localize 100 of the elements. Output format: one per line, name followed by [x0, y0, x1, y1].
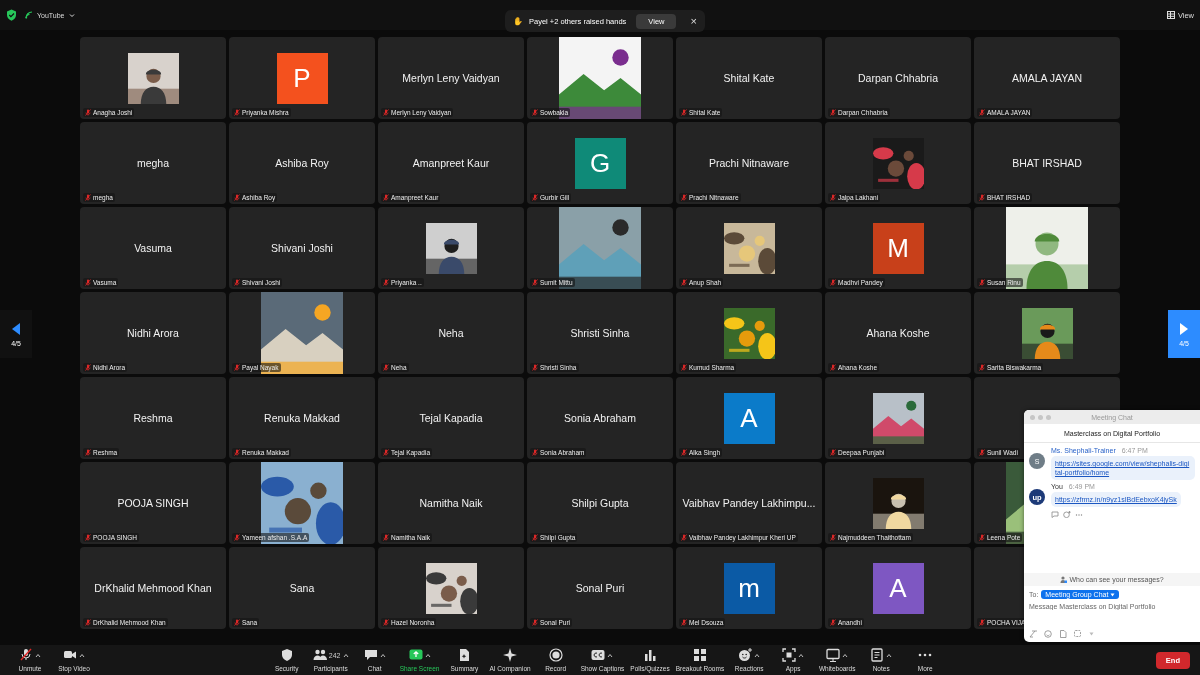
whiteboard-icon [826, 648, 841, 662]
muted-microphone-icon [532, 534, 538, 541]
participant-name: BHAT IRSHAD [1012, 157, 1082, 169]
format-icon[interactable] [1029, 630, 1037, 638]
muted-microphone-icon [830, 449, 836, 456]
muted-microphone-icon [979, 364, 985, 371]
muted-microphone-icon [532, 449, 538, 456]
participant-name: Namitha Naik [419, 497, 483, 509]
person-lock-icon [1060, 576, 1068, 583]
muted-microphone-icon [383, 279, 389, 286]
four-squares-icon [692, 648, 707, 662]
muted-microphone-icon [85, 109, 91, 116]
muted-microphone-icon [383, 619, 389, 626]
emoji-icon[interactable] [1044, 630, 1052, 638]
muted-microphone-icon [830, 194, 836, 201]
caret-icon[interactable] [607, 652, 614, 658]
caret-icon[interactable] [798, 652, 805, 658]
right-triangle-icon [1179, 321, 1189, 336]
muted-microphone-icon [234, 619, 240, 626]
participant-name: Reshma [133, 412, 173, 424]
participant-name: Shilpi Gupta [571, 497, 629, 509]
participant-name: Shital Kate [723, 72, 775, 84]
participant-name: Shivani Joshi [271, 242, 333, 254]
participant-name: Ashiba Roy [275, 157, 329, 169]
people-icon [312, 648, 327, 662]
muted-microphone-icon [979, 194, 985, 201]
more-icon[interactable] [1075, 511, 1083, 519]
muted-microphone-icon [979, 619, 985, 626]
sparkle-icon [503, 648, 517, 662]
muted-microphone-icon [979, 534, 985, 541]
caret-icon[interactable] [35, 652, 41, 658]
participant-name: megha [136, 157, 170, 169]
chevron-icon [68, 12, 75, 18]
letter-avatar: G [574, 137, 626, 189]
muted-microphone-icon [681, 194, 687, 201]
smiley-plus-icon [738, 648, 753, 662]
hand-emoji: ✋ [513, 16, 523, 26]
close-button[interactable]: × [690, 15, 697, 27]
participant-name: DrKhalid Mehmood Khan [94, 582, 212, 594]
muted-microphone-icon [85, 534, 91, 541]
participant-name: Vaibhav Pandey Lakhimpu... [682, 497, 816, 509]
muted-microphone-icon [532, 279, 538, 286]
record-icon [548, 648, 563, 662]
participant-name: Darpan Chhabria [858, 72, 938, 84]
caret-down-icon [1110, 593, 1116, 597]
participant-name: Sonia Abraham [564, 412, 636, 424]
muted-microphone-icon [85, 449, 91, 456]
smiley-plus-icon[interactable] [1063, 511, 1071, 519]
letter-avatar: A [872, 562, 924, 614]
participant-name: Vasuma [134, 242, 172, 254]
muted-microphone-icon [830, 109, 836, 116]
muted-microphone-icon [681, 534, 687, 541]
caret-icon[interactable] [424, 652, 431, 658]
letter-avatar: m [723, 562, 775, 614]
reply-icon[interactable] [1051, 511, 1059, 519]
muted-microphone-icon [383, 194, 389, 201]
bar-chart-icon [643, 648, 658, 662]
muted-microphone-icon [830, 619, 836, 626]
muted-microphone-icon [234, 364, 240, 371]
muted-microphone-icon [85, 364, 91, 371]
grid-icon [1166, 11, 1175, 19]
participant-name: POOJA SINGH [117, 497, 189, 509]
document-sparkle-icon [457, 648, 472, 662]
notes-icon [870, 648, 885, 662]
caret-down-icon[interactable] [1089, 632, 1094, 636]
letter-avatar: A [723, 392, 775, 444]
shield-check-icon [6, 9, 17, 21]
screenshot-icon[interactable] [1074, 630, 1082, 638]
participant-name: Neha [438, 327, 464, 339]
caret-icon[interactable] [754, 652, 761, 658]
participant-name: Nidhi Arora [127, 327, 179, 339]
participant-name: Shristi Sinha [570, 327, 630, 339]
muted-microphone-icon [383, 534, 389, 541]
muted-microphone-icon [532, 619, 538, 626]
muted-microphone-icon [85, 619, 91, 626]
caret-icon[interactable] [342, 652, 349, 658]
left-triangle-icon [11, 321, 21, 336]
muted-microphone-icon [681, 364, 687, 371]
caret-icon[interactable] [379, 652, 386, 658]
caret-icon[interactable] [842, 652, 849, 658]
participant-name: Prachi Nitnaware [709, 157, 789, 169]
muted-microphone-icon [681, 619, 687, 626]
muted-microphone-icon [532, 194, 538, 201]
apps-icon [782, 648, 797, 662]
muted-microphone-icon [979, 449, 985, 456]
muted-microphone-icon [979, 109, 985, 116]
muted-microphone-icon [19, 648, 33, 662]
caret-icon[interactable] [79, 652, 85, 658]
muted-microphone-icon [681, 109, 687, 116]
file-icon[interactable] [1059, 630, 1067, 638]
muted-microphone-icon [234, 194, 240, 201]
muted-microphone-icon [85, 279, 91, 286]
participant-name: Tejal Kapadia [419, 412, 483, 424]
participant-name: Sana [289, 582, 315, 594]
participant-name: Sonal Puri [575, 582, 625, 594]
muted-microphone-icon [830, 534, 836, 541]
muted-microphone-icon [383, 109, 389, 116]
muted-microphone-icon [85, 194, 91, 201]
muted-microphone-icon [532, 109, 538, 116]
caret-icon[interactable] [886, 652, 893, 658]
